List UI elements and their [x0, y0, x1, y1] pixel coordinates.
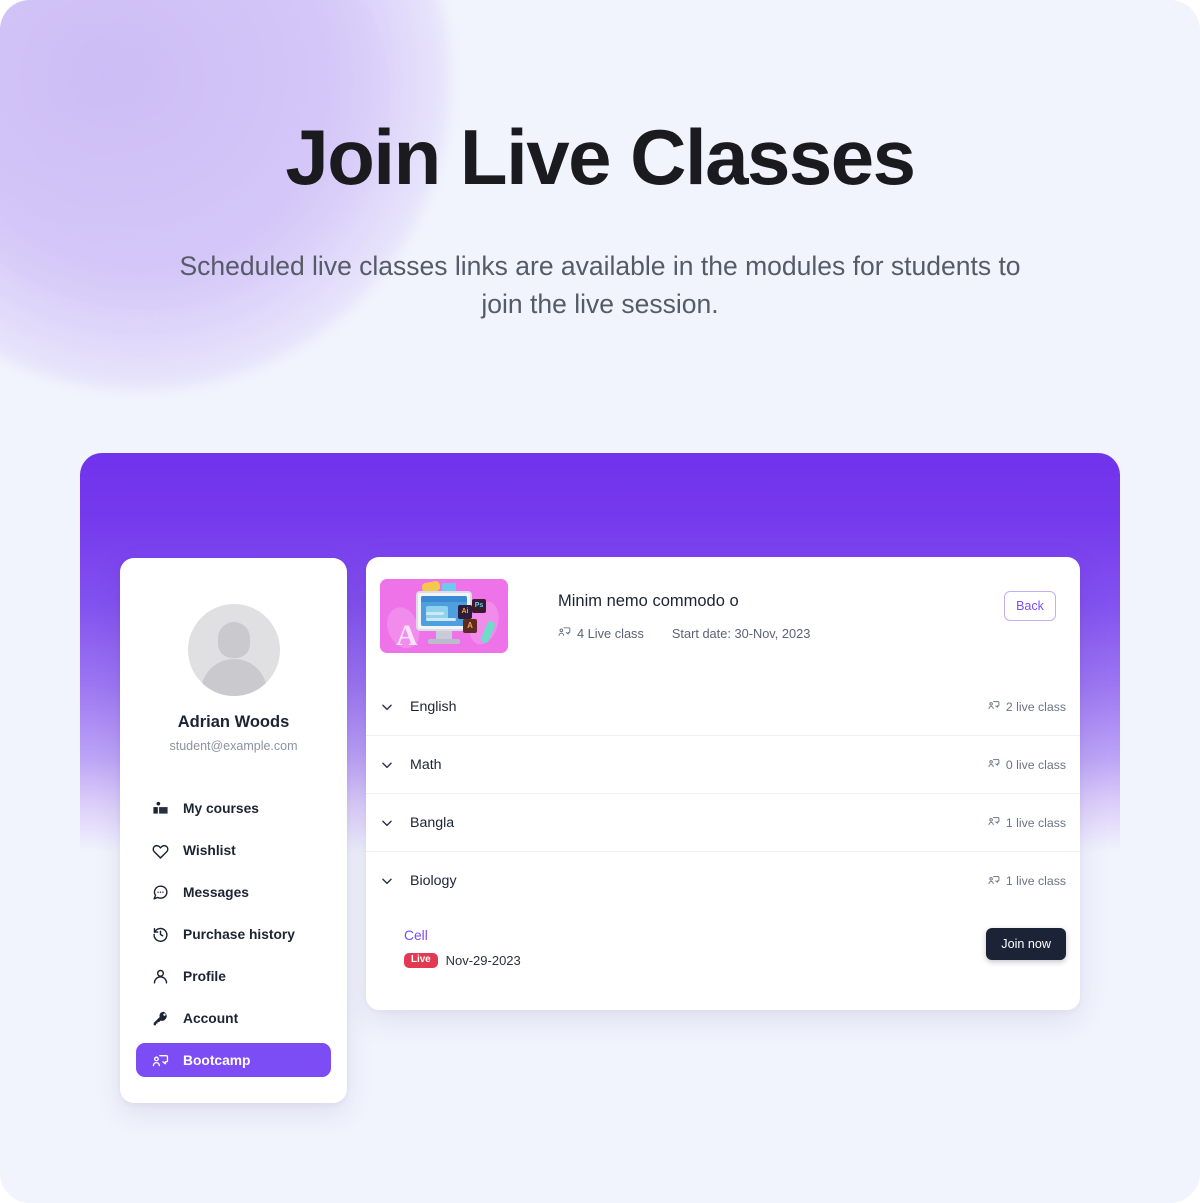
sidebar-item-label: Wishlist	[183, 842, 236, 858]
live-class-info: Cell Live Nov-29-2023	[404, 928, 521, 968]
sidebar-card: Adrian Woods student@example.com My cour…	[120, 558, 347, 1103]
join-now-button[interactable]: Join now	[986, 928, 1066, 960]
chevron-down-icon[interactable]	[380, 758, 394, 772]
user-name: Adrian Woods	[177, 713, 290, 731]
module-name: English	[410, 698, 457, 715]
course-subline: 4 Live class Start date: 30-Nov, 2023	[558, 625, 1004, 641]
chevron-down-icon[interactable]	[380, 700, 394, 714]
chevron-down-icon[interactable]	[380, 816, 394, 830]
sidebar-item-profile[interactable]: Profile	[136, 959, 331, 993]
module-left-group: Math	[380, 757, 442, 773]
status-badge: Live	[404, 953, 438, 968]
sidebar-item-label: Profile	[183, 968, 226, 984]
sidebar-nav: My courses Wishlist Messages Purchase hi…	[136, 791, 331, 1077]
key-icon	[152, 1010, 169, 1027]
book-reader-icon	[152, 800, 169, 817]
avatar-body-shape	[200, 659, 267, 696]
module-live-class-count-label: 1 live class	[1005, 874, 1066, 888]
thumb-screen-line-1	[426, 618, 456, 621]
module-live-class-count-label: 2 live class	[1005, 699, 1066, 714]
sidebar-item-label: Messages	[183, 884, 249, 900]
module-name: Biology	[410, 873, 457, 889]
module-name: Bangla	[410, 814, 455, 831]
course-thumbnail-illustration: A	[380, 579, 508, 653]
module-left-group: Bangla	[380, 815, 454, 831]
avatar	[187, 604, 280, 696]
page-title: Join Live Classes	[285, 113, 916, 201]
user-icon	[152, 968, 169, 985]
module-live-class-count: 1 live class	[988, 815, 1066, 830]
clock-rewind-icon	[152, 926, 169, 943]
thumb-font-icon	[463, 619, 477, 633]
back-button[interactable]: Back	[1004, 591, 1056, 621]
module-row-bangla[interactable]: Bangla 1 live class	[366, 794, 1080, 852]
module-live-class-count-label: 1 live class	[1005, 815, 1066, 830]
sidebar-item-bootcamp[interactable]: Bootcamp	[136, 1043, 331, 1077]
live-class-icon	[152, 1052, 169, 1069]
live-class-date: Nov-29-2023	[445, 953, 521, 968]
module-live-class-count: 2 live class	[988, 699, 1066, 714]
module-list: English 2 live class Math 0 live class B…	[366, 678, 1080, 910]
course-header: A Minim nemo	[366, 557, 1080, 653]
sidebar-item-purchase-history[interactable]: Purchase history	[136, 917, 331, 951]
avatar-head-shape	[217, 622, 250, 658]
module-row-english[interactable]: English 2 live class	[366, 678, 1080, 736]
course-start-date: Start date: 30-Nov, 2023	[671, 625, 811, 641]
live-class-date-row: Live Nov-29-2023	[404, 953, 521, 968]
thumb-monitor-base	[428, 639, 460, 644]
live-class-name[interactable]: Cell	[404, 928, 521, 943]
course-live-class-count-label: 4 Live class	[577, 625, 644, 641]
module-live-class-count: 0 live class	[988, 757, 1066, 772]
chat-bubble-icon	[152, 884, 169, 901]
course-content-card: A Minim nemo	[366, 557, 1080, 1010]
sidebar-item-my-courses[interactable]: My courses	[136, 791, 331, 825]
course-title: Minim nemo commodo o	[558, 592, 739, 610]
sidebar-item-wishlist[interactable]: Wishlist	[136, 833, 331, 867]
live-class-icon	[988, 757, 1000, 772]
thumb-screen-toolbar	[421, 596, 467, 602]
sidebar-item-label: Bootcamp	[183, 1052, 251, 1068]
course-meta: Minim nemo commodo o 4 Live class Start	[558, 579, 1004, 641]
chevron-down-icon[interactable]	[380, 874, 394, 888]
sidebar-item-label: Purchase history	[183, 926, 295, 942]
hero-section: Join Live Classes Scheduled live classes…	[0, 0, 1200, 323]
module-live-class-count-label: 0 live class	[1005, 757, 1066, 772]
heart-icon	[152, 842, 169, 859]
sidebar-item-messages[interactable]: Messages	[136, 875, 331, 909]
live-class-icon	[988, 874, 1000, 889]
sidebar-item-label: Account	[183, 1010, 239, 1026]
live-class-icon	[988, 699, 1000, 714]
course-live-class-count: 4 Live class	[558, 625, 644, 641]
page-root: Join Live Classes Scheduled live classes…	[0, 0, 1200, 1203]
live-class-icon	[558, 625, 571, 641]
module-row-biology[interactable]: Biology 1 live class	[366, 852, 1080, 910]
module-name: Math	[410, 756, 442, 773]
module-left-group: Biology	[380, 873, 457, 889]
thumb-illustrator-icon	[458, 605, 472, 619]
thumb-screen-line-2	[426, 612, 444, 615]
live-class-icon	[988, 815, 1000, 830]
module-row-math[interactable]: Math 0 live class	[366, 736, 1080, 794]
page-subtitle: Scheduled live classes links are availab…	[179, 251, 1021, 319]
sidebar-item-account[interactable]: Account	[136, 1001, 331, 1035]
thumb-letter-a: A	[396, 619, 418, 652]
thumb-photoshop-icon	[472, 599, 486, 613]
module-live-class-count: 1 live class	[988, 874, 1066, 889]
live-class-item: Cell Live Nov-29-2023 Join now	[366, 910, 1080, 968]
module-left-group: English	[380, 699, 457, 715]
user-email: student@example.com	[169, 739, 298, 753]
sidebar-item-label: My courses	[183, 800, 259, 816]
